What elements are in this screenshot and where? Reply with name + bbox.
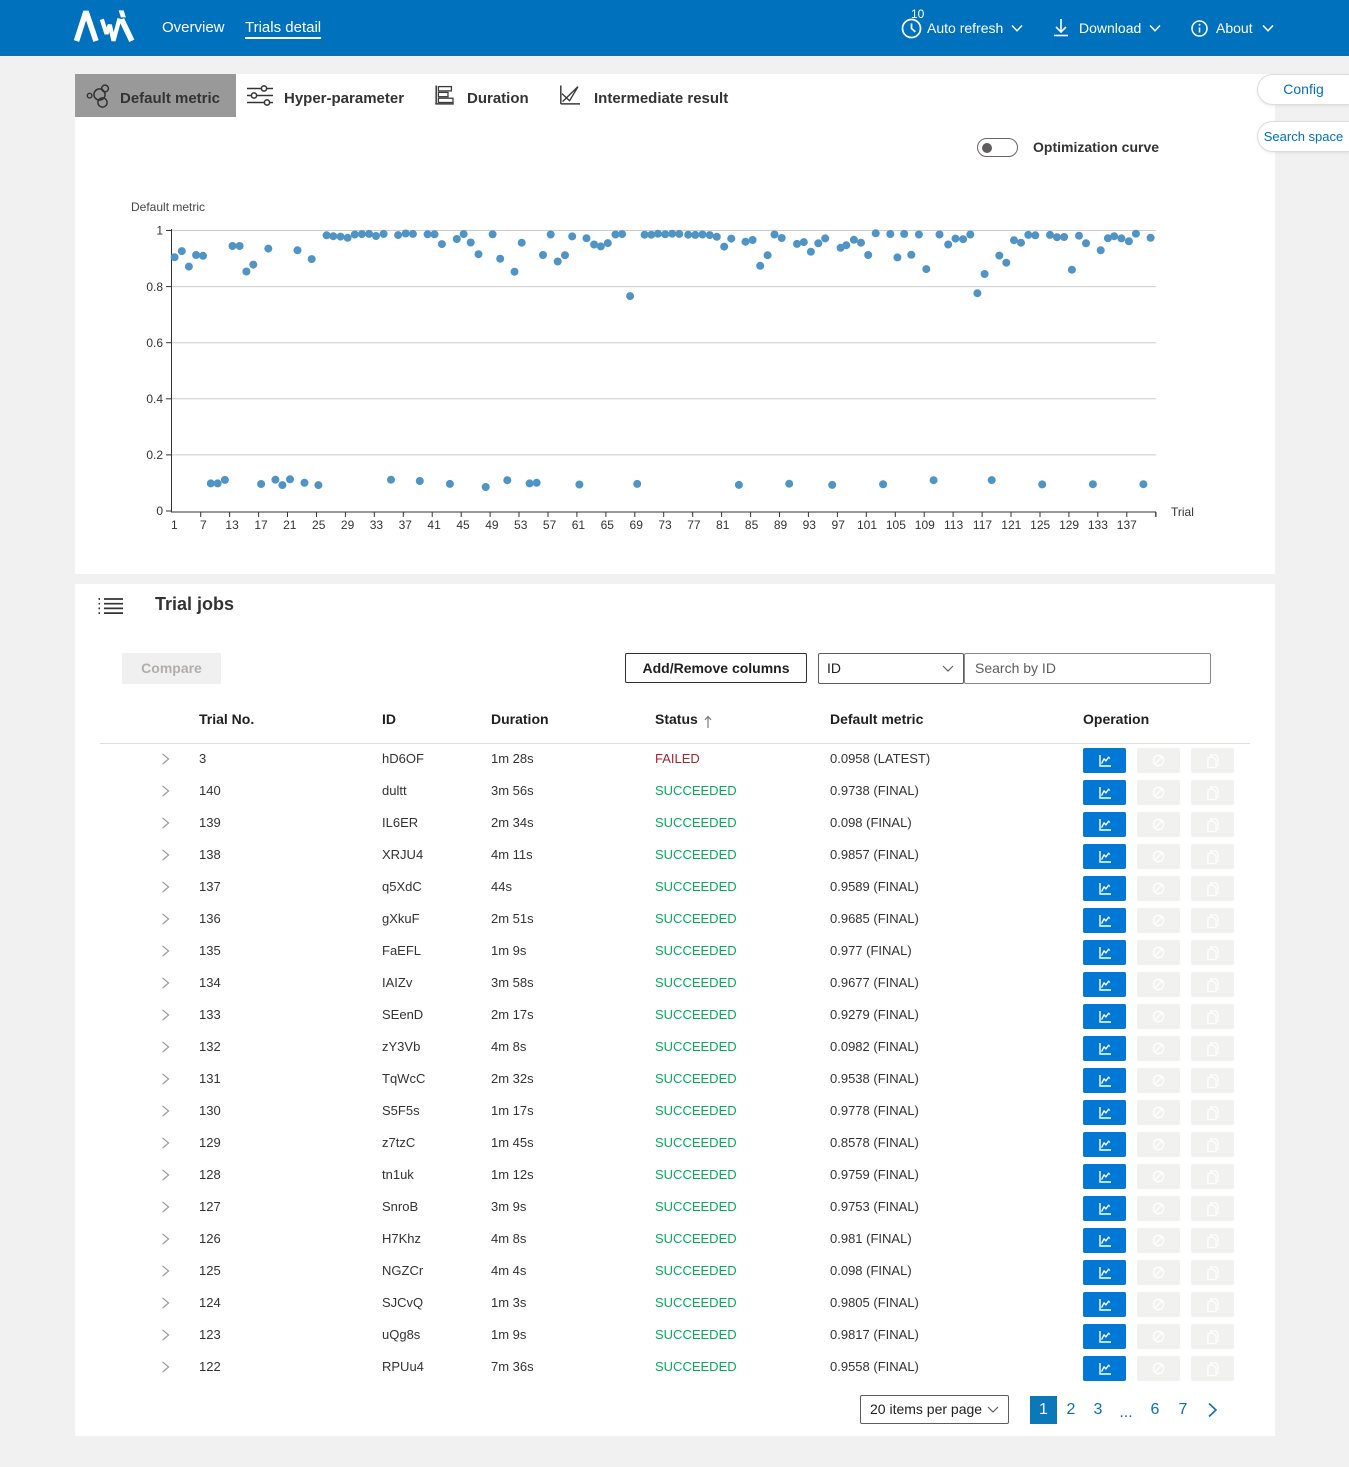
svg-text:49: 49: [485, 518, 499, 532]
svg-text:89: 89: [774, 518, 788, 532]
svg-text:33: 33: [370, 518, 384, 532]
svg-text:81: 81: [716, 518, 730, 532]
svg-text:37: 37: [399, 518, 413, 532]
svg-text:13: 13: [225, 518, 239, 532]
svg-text:Default metric: Default metric: [131, 200, 205, 214]
svg-text:29: 29: [341, 518, 355, 532]
svg-text:137: 137: [1117, 518, 1137, 532]
svg-text:133: 133: [1088, 518, 1108, 532]
svg-text:117: 117: [973, 518, 992, 532]
svg-text:69: 69: [630, 518, 644, 532]
svg-text:0.6: 0.6: [146, 336, 163, 350]
svg-text:73: 73: [658, 518, 672, 532]
svg-text:57: 57: [543, 518, 557, 532]
svg-text:41: 41: [427, 518, 441, 532]
svg-text:25: 25: [312, 518, 326, 532]
svg-text:0: 0: [156, 504, 163, 518]
svg-text:121: 121: [1001, 518, 1021, 532]
svg-text:7: 7: [200, 518, 207, 532]
svg-text:0.8: 0.8: [146, 280, 163, 294]
svg-text:113: 113: [944, 518, 963, 532]
svg-text:65: 65: [601, 518, 615, 532]
svg-text:1: 1: [156, 224, 163, 238]
svg-text:105: 105: [886, 518, 906, 532]
svg-text:85: 85: [745, 518, 759, 532]
svg-text:61: 61: [572, 518, 586, 532]
svg-text:125: 125: [1030, 518, 1050, 532]
svg-text:Trial: Trial: [1171, 505, 1194, 519]
svg-text:1: 1: [171, 518, 178, 532]
svg-text:109: 109: [915, 518, 935, 532]
svg-text:21: 21: [283, 518, 297, 532]
svg-text:0.4: 0.4: [146, 392, 163, 406]
svg-text:53: 53: [514, 518, 528, 532]
svg-text:45: 45: [456, 518, 470, 532]
svg-text:77: 77: [687, 518, 701, 532]
svg-text:97: 97: [832, 518, 846, 532]
svg-text:17: 17: [254, 518, 268, 532]
svg-text:0.2: 0.2: [146, 448, 163, 462]
svg-text:93: 93: [803, 518, 817, 532]
svg-text:129: 129: [1059, 518, 1079, 532]
svg-text:101: 101: [857, 518, 877, 532]
